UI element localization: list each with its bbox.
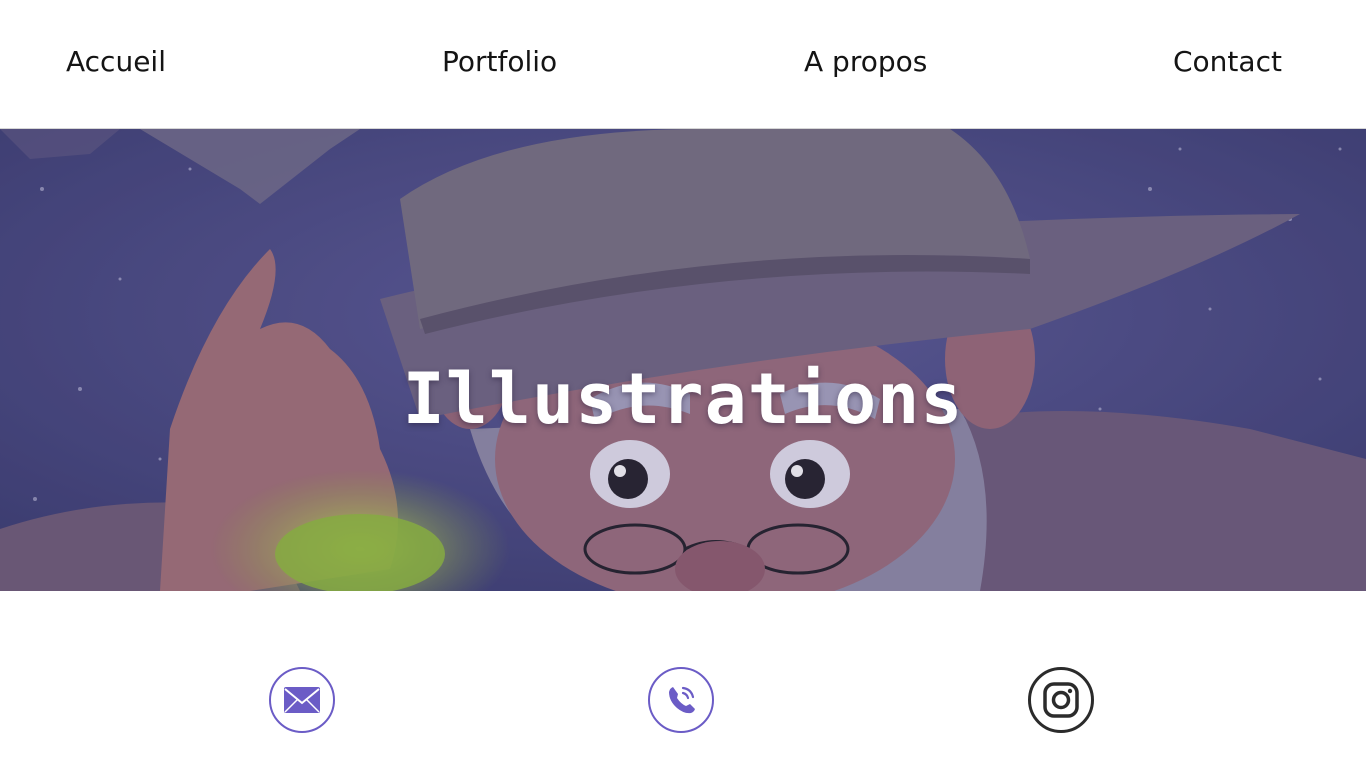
instagram-icon <box>1043 682 1079 718</box>
nav-contact[interactable]: Contact <box>1173 44 1282 80</box>
email-link[interactable] <box>269 667 335 733</box>
nav-a-propos[interactable]: A propos <box>804 44 927 80</box>
nav-accueil[interactable]: Accueil <box>66 44 166 80</box>
instagram-link[interactable] <box>1028 667 1094 733</box>
hero-title: Illustrations <box>402 357 964 440</box>
nav-portfolio[interactable]: Portfolio <box>442 44 557 80</box>
phone-icon <box>669 686 695 714</box>
phone-link[interactable] <box>648 667 714 733</box>
top-navigation: Accueil Portfolio A propos Contact <box>0 0 1366 129</box>
envelope-icon <box>284 687 320 713</box>
